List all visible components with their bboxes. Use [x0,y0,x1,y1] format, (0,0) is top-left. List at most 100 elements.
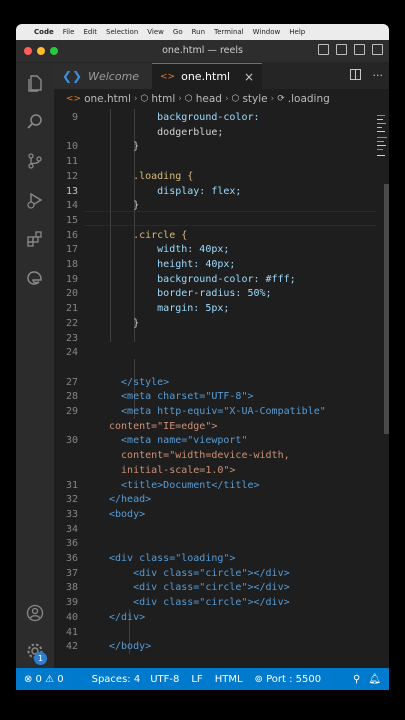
menu-app[interactable]: Code [34,28,54,36]
code-line[interactable]: 31 <title>Document</title> [54,479,376,494]
menu-run[interactable]: Run [192,28,205,36]
indentation-status[interactable]: Spaces: 4 [92,674,141,685]
menu-selection[interactable]: Selection [106,28,138,36]
breadcrumb-item-head[interactable]: head [196,93,222,105]
eol-status[interactable]: LF [191,674,202,685]
line-number: 19 [65,273,78,285]
toggle-secondary-sidebar-icon[interactable] [354,44,365,55]
code-line[interactable]: 12 .loading { [54,170,376,185]
extensions-icon[interactable] [25,229,45,249]
menu-help[interactable]: Help [289,28,305,36]
encoding-status[interactable]: UTF-8 [150,674,179,685]
account-icon[interactable] [25,603,45,623]
minimap-line [377,137,387,138]
line-number: 38 [65,582,78,594]
code-line[interactable]: 19 background-color: #fff; [54,273,376,288]
code-text: .loading { [109,170,194,182]
html-file-icon: <> [66,94,82,104]
feedback-icon[interactable]: ⚲ [353,674,360,685]
vertical-scrollbar[interactable] [384,184,389,434]
toggle-sidebar-icon[interactable] [318,44,329,55]
code-line[interactable]: 42 </body> [54,640,376,655]
minimap-line [377,115,385,116]
code-line[interactable]: initial-scale=1.0"> [54,464,376,479]
activity-bar [16,63,54,668]
code-line[interactable]: 9 background-color: [54,111,376,126]
problems-status[interactable]: ⊗ 0 ⚠ 0 [24,674,64,685]
code-line[interactable]: 22 } [54,317,376,332]
menu-edit[interactable]: Edit [83,28,97,36]
code-text: } [109,317,140,329]
close-tab-icon[interactable]: × [244,70,254,84]
tab-label: Welcome [88,69,140,83]
code-line[interactable]: 23 [54,332,376,347]
code-line[interactable]: 30 <meta name="viewport" [54,434,376,449]
tab-welcome[interactable]: ❮❯ Welcome [54,63,152,89]
code-line[interactable]: 33 <body> [54,508,376,523]
menu-view[interactable]: View [147,28,164,36]
code-line[interactable]: 15 [54,214,376,229]
customize-layout-icon[interactable] [372,44,383,55]
selector-icon: ⟳ [277,94,285,104]
code-text: dodgerblue; [109,126,224,138]
more-actions-icon[interactable]: ··· [373,69,384,83]
code-line[interactable]: 36 [54,537,376,552]
edge-devtools-icon[interactable] [25,268,45,288]
toggle-panel-icon[interactable] [336,44,347,55]
minimap-line [377,149,383,150]
code-line[interactable]: 37 <div class="circle"></div> [54,567,376,582]
code-editor[interactable]: 9 background-color: dodgerblue; 10 } 11 12 … [54,109,376,668]
split-editor-icon[interactable] [349,69,361,83]
code-line[interactable]: 40 </div> [54,611,376,626]
code-line[interactable]: 16 .circle { [54,229,376,244]
tab-one-html[interactable]: <> one.html × [152,63,262,89]
code-text: <div class="circle"></div> [109,567,290,579]
line-number: 31 [65,479,78,491]
code-line[interactable]: dodgerblue; [54,126,376,141]
code-line[interactable]: 18 height: 40px; [54,258,376,273]
code-line[interactable]: 11 [54,155,376,170]
breadcrumb-item-style[interactable]: style [242,93,267,105]
breadcrumb-item-file[interactable]: one.html [84,93,131,105]
menu-go[interactable]: Go [173,28,183,36]
code-line[interactable]: 24 [54,346,376,361]
code-line[interactable]: 34 [54,523,376,538]
code-line[interactable] [54,361,376,376]
run-debug-icon[interactable] [25,190,45,210]
breadcrumb-item-selector[interactable]: .loading [288,93,330,105]
code-line[interactable]: 36 <div class="loading"> [54,552,376,567]
bell-icon[interactable]: 🔔︎ [368,674,381,685]
source-control-icon[interactable] [25,151,45,171]
code-line[interactable]: 27 </style> [54,376,376,391]
breadcrumb-item-html[interactable]: html [151,93,175,105]
code-line[interactable]: 39 <div class="circle"></div> [54,596,376,611]
code-line[interactable]: 29 <meta http-equiv="X-UA-Compatible" [54,405,376,420]
line-number: 9 [71,112,78,123]
code-line[interactable]: 14 } [54,199,376,214]
code-line[interactable]: 41 [54,626,376,641]
minimap-line [377,119,383,120]
code-line[interactable]: 21 margin: 5px; [54,302,376,317]
code-line[interactable]: 13 display: flex; [54,185,376,200]
code-line[interactable]: 28 <meta charset="UTF-8"> [54,390,376,405]
code-line[interactable]: 10 } [54,140,376,155]
code-line[interactable]: content="IE=edge"> [54,420,376,435]
menu-window[interactable]: Window [253,28,281,36]
menu-terminal[interactable]: Terminal [214,28,244,36]
code-text: display: flex; [109,185,242,197]
live-server-status[interactable]: ⊚ Port : 5500 [255,674,322,685]
explorer-icon[interactable] [25,73,45,93]
code-line[interactable]: content="width=device-width, [54,449,376,464]
code-line[interactable]: 17 width: 40px; [54,243,376,258]
menu-file[interactable]: File [63,28,75,36]
code-line[interactable]: 20 border-radius: 50%; [54,287,376,302]
code-text: width: 40px; [109,244,230,256]
minimap-line [377,127,382,128]
language-status[interactable]: HTML [215,674,243,685]
search-icon[interactable] [25,112,45,132]
code-line[interactable]: 38 <div class="circle"></div> [54,581,376,596]
code-line[interactable]: 32 </head> [54,493,376,508]
line-number: 24 [65,347,78,359]
line-number: 30 [65,435,78,447]
line-number: 39 [65,597,78,609]
